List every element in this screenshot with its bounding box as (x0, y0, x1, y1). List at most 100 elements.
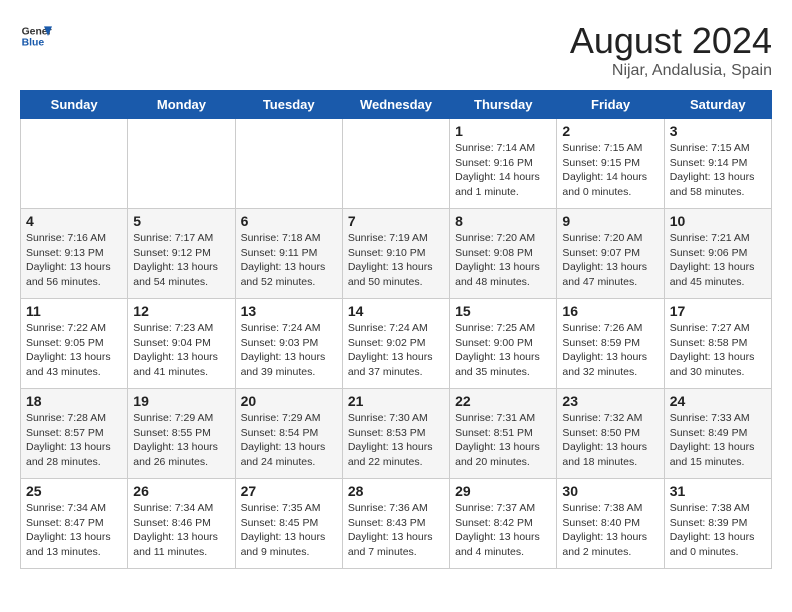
day-number: 16 (562, 303, 658, 319)
svg-text:Blue: Blue (22, 38, 45, 49)
day-info: Sunrise: 7:20 AMSunset: 9:08 PMDaylight:… (455, 231, 551, 290)
day-number: 29 (455, 483, 551, 499)
day-number: 8 (455, 213, 551, 229)
day-number: 12 (133, 303, 229, 319)
table-row: 1Sunrise: 7:14 AMSunset: 9:16 PMDaylight… (450, 119, 557, 209)
day-number: 31 (670, 483, 766, 499)
day-info: Sunrise: 7:28 AMSunset: 8:57 PMDaylight:… (26, 411, 122, 470)
table-row: 10 Sunrise: 7:21 AMSunset: 9:06 PMDayligh… (664, 209, 771, 299)
col-thursday: Thursday (450, 91, 557, 119)
day-info: Sunrise: 7:30 AMSunset: 8:53 PMDaylight:… (348, 411, 444, 470)
day-number: 3 (670, 123, 766, 139)
day-number: 11 (26, 303, 122, 319)
day-info: Sunrise: 7:29 AMSunset: 8:54 PMDaylight:… (241, 411, 337, 470)
table-row: 22Sunrise: 7:31 AMSunset: 8:51 PMDayligh… (450, 389, 557, 479)
table-row: 19Sunrise: 7:29 AMSunset: 8:55 PMDayligh… (128, 389, 235, 479)
day-info: Sunrise: 7:34 AMSunset: 8:47 PMDaylight:… (26, 501, 122, 560)
day-number: 5 (133, 213, 229, 229)
table-row: 28 Sunrise: 7:36 AMSunset: 8:43 PMDayligh… (342, 479, 449, 569)
table-row: 16 Sunrise: 7:26 AMSunset: 8:59 PMDayligh… (557, 299, 664, 389)
day-number: 24 (670, 393, 766, 409)
col-wednesday: Wednesday (342, 91, 449, 119)
table-row: 25 Sunrise: 7:34 AMSunset: 8:47 PMDayligh… (21, 479, 128, 569)
table-row: 15 Sunrise: 7:25 AMSunset: 9:00 PMDayligh… (450, 299, 557, 389)
calendar-week-row: 1Sunrise: 7:14 AMSunset: 9:16 PMDaylight… (21, 119, 772, 209)
calendar-header-row: Sunday Monday Tuesday Wednesday Thursday… (21, 91, 772, 119)
day-number: 30 (562, 483, 658, 499)
table-row: 9 Sunrise: 7:20 AMSunset: 9:07 PMDaylight… (557, 209, 664, 299)
calendar-week-row: 25 Sunrise: 7:34 AMSunset: 8:47 PMDayligh… (21, 479, 772, 569)
day-number: 18 (26, 393, 122, 409)
logo-icon: General Blue (20, 20, 52, 52)
day-info: Sunrise: 7:23 AMSunset: 9:04 PMDaylight:… (133, 321, 229, 380)
day-info: Sunrise: 7:20 AMSunset: 9:07 PMDaylight:… (562, 231, 658, 290)
table-row: 5 Sunrise: 7:17 AMSunset: 9:12 PMDaylight… (128, 209, 235, 299)
table-row: 26 Sunrise: 7:34 AMSunset: 8:46 PMDayligh… (128, 479, 235, 569)
table-row: 30Sunrise: 7:38 AMSunset: 8:40 PMDayligh… (557, 479, 664, 569)
table-row: 2 Sunrise: 7:15 AMSunset: 9:15 PMDaylight… (557, 119, 664, 209)
page-title: August 2024 (570, 20, 772, 62)
day-info: Sunrise: 7:21 AMSunset: 9:06 PMDaylight:… (670, 231, 766, 290)
day-info: Sunrise: 7:31 AMSunset: 8:51 PMDaylight:… (455, 411, 551, 470)
day-info: Sunrise: 7:36 AMSunset: 8:43 PMDaylight:… (348, 501, 444, 560)
day-number: 19 (133, 393, 229, 409)
day-number: 2 (562, 123, 658, 139)
table-row: 7Sunrise: 7:19 AMSunset: 9:10 PMDaylight… (342, 209, 449, 299)
table-row: 27 Sunrise: 7:35 AMSunset: 8:45 PMDayligh… (235, 479, 342, 569)
col-monday: Monday (128, 91, 235, 119)
day-info: Sunrise: 7:34 AMSunset: 8:46 PMDaylight:… (133, 501, 229, 560)
table-row (235, 119, 342, 209)
page-subtitle: Nijar, Andalusia, Spain (570, 62, 772, 80)
table-row: 18 Sunrise: 7:28 AMSunset: 8:57 PMDayligh… (21, 389, 128, 479)
table-row: 23Sunrise: 7:32 AMSunset: 8:50 PMDayligh… (557, 389, 664, 479)
day-number: 14 (348, 303, 444, 319)
day-number: 6 (241, 213, 337, 229)
table-row: 24 Sunrise: 7:33 AMSunset: 8:49 PMDayligh… (664, 389, 771, 479)
day-number: 28 (348, 483, 444, 499)
calendar-week-row: 11 Sunrise: 7:22 AMSunset: 9:05 PMDayligh… (21, 299, 772, 389)
title-block: August 2024 Nijar, Andalusia, Spain (570, 20, 772, 80)
day-number: 10 (670, 213, 766, 229)
day-info: Sunrise: 7:33 AMSunset: 8:49 PMDaylight:… (670, 411, 766, 470)
day-number: 4 (26, 213, 122, 229)
day-info: Sunrise: 7:14 AMSunset: 9:16 PMDaylight:… (455, 141, 551, 200)
day-info: Sunrise: 7:17 AMSunset: 9:12 PMDaylight:… (133, 231, 229, 290)
day-number: 15 (455, 303, 551, 319)
day-info: Sunrise: 7:38 AMSunset: 8:39 PMDaylight:… (670, 501, 766, 560)
calendar-table: Sunday Monday Tuesday Wednesday Thursday… (20, 90, 772, 569)
table-row (128, 119, 235, 209)
table-row: 13Sunrise: 7:24 AMSunset: 9:03 PMDayligh… (235, 299, 342, 389)
day-number: 9 (562, 213, 658, 229)
day-info: Sunrise: 7:18 AMSunset: 9:11 PMDaylight:… (241, 231, 337, 290)
table-row: 21 Sunrise: 7:30 AMSunset: 8:53 PMDayligh… (342, 389, 449, 479)
table-row: 11 Sunrise: 7:22 AMSunset: 9:05 PMDayligh… (21, 299, 128, 389)
day-number: 20 (241, 393, 337, 409)
col-sunday: Sunday (21, 91, 128, 119)
calendar-week-row: 18 Sunrise: 7:28 AMSunset: 8:57 PMDayligh… (21, 389, 772, 479)
day-number: 17 (670, 303, 766, 319)
day-info: Sunrise: 7:22 AMSunset: 9:05 PMDaylight:… (26, 321, 122, 380)
day-info: Sunrise: 7:24 AMSunset: 9:02 PMDaylight:… (348, 321, 444, 380)
table-row: 3Sunrise: 7:15 AMSunset: 9:14 PMDaylight… (664, 119, 771, 209)
page-header: General Blue August 2024 Nijar, Andalusi… (20, 20, 772, 80)
day-info: Sunrise: 7:25 AMSunset: 9:00 PMDaylight:… (455, 321, 551, 380)
table-row: 29 Sunrise: 7:37 AMSunset: 8:42 PMDayligh… (450, 479, 557, 569)
day-info: Sunrise: 7:26 AMSunset: 8:59 PMDaylight:… (562, 321, 658, 380)
day-info: Sunrise: 7:16 AMSunset: 9:13 PMDaylight:… (26, 231, 122, 290)
table-row: 12 Sunrise: 7:23 AMSunset: 9:04 PMDayligh… (128, 299, 235, 389)
col-friday: Friday (557, 91, 664, 119)
day-number: 27 (241, 483, 337, 499)
table-row: 6 Sunrise: 7:18 AMSunset: 9:11 PMDaylight… (235, 209, 342, 299)
day-info: Sunrise: 7:37 AMSunset: 8:42 PMDaylight:… (455, 501, 551, 560)
table-row (342, 119, 449, 209)
day-info: Sunrise: 7:15 AMSunset: 9:15 PMDaylight:… (562, 141, 658, 200)
day-info: Sunrise: 7:27 AMSunset: 8:58 PMDaylight:… (670, 321, 766, 380)
table-row: 31 Sunrise: 7:38 AMSunset: 8:39 PMDayligh… (664, 479, 771, 569)
day-info: Sunrise: 7:35 AMSunset: 8:45 PMDaylight:… (241, 501, 337, 560)
day-number: 25 (26, 483, 122, 499)
table-row (21, 119, 128, 209)
day-number: 21 (348, 393, 444, 409)
day-number: 23 (562, 393, 658, 409)
day-info: Sunrise: 7:19 AMSunset: 9:10 PMDaylight:… (348, 231, 444, 290)
day-number: 26 (133, 483, 229, 499)
